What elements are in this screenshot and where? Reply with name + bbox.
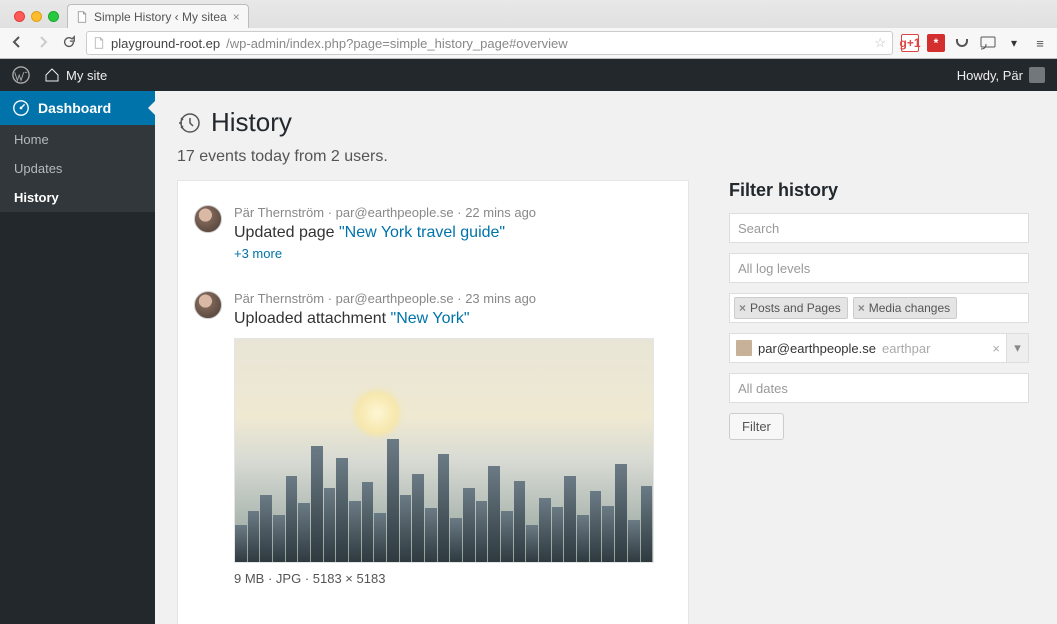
message-types-select[interactable]: × Posts and Pages × Media changes <box>729 293 1029 323</box>
event-meta: Pär Thernström par@earthpeople.se 22 mins … <box>234 205 672 220</box>
url-path: /wp-admin/index.php?page=simple_history_… <box>226 36 567 51</box>
window-controls <box>8 11 67 28</box>
filter-chip[interactable]: × Posts and Pages <box>734 297 848 319</box>
attachment-dimensions: 5183 × 5183 <box>313 571 386 586</box>
avatar <box>194 205 222 233</box>
attachment-size: 9 MB <box>234 571 264 586</box>
event-meta: Pär Thernström par@earthpeople.se 23 mins … <box>234 291 672 306</box>
log-levels-select[interactable] <box>729 253 1029 283</box>
minimize-window-icon[interactable] <box>31 11 42 22</box>
browser-toolbar: playground-root.ep/wp-admin/index.php?pa… <box>0 28 1057 58</box>
history-icon <box>177 111 201 135</box>
user-email: par@earthpeople.se <box>758 341 876 356</box>
event-time: 23 mins ago <box>465 291 536 306</box>
browser-chrome: Simple History ‹ My sitea × playground-r… <box>0 0 1057 59</box>
sidebar-item-home[interactable]: Home <box>0 125 155 154</box>
howdy-account[interactable]: Howdy, Pär <box>957 67 1045 83</box>
sidebar-item-label: Updates <box>14 161 62 176</box>
events-summary: 17 events today from 2 users. <box>177 148 1035 166</box>
event-object-link[interactable]: "New York travel guide" <box>339 224 505 241</box>
filter-title: Filter history <box>729 180 1029 201</box>
howdy-text: Howdy, Pär <box>957 68 1023 83</box>
avatar-icon <box>736 340 752 356</box>
dashboard-icon <box>12 99 30 117</box>
extension-pocket-icon[interactable] <box>953 34 971 52</box>
reload-button[interactable] <box>60 35 78 52</box>
address-bar[interactable]: playground-root.ep/wp-admin/index.php?pa… <box>86 31 893 55</box>
history-event: Pär Thernström par@earthpeople.se 23 mins … <box>194 281 672 606</box>
browser-tab-bar: Simple History ‹ My sitea × <box>0 0 1057 28</box>
sidebar-item-history[interactable]: History <box>0 183 155 212</box>
page-header: History <box>177 107 1035 138</box>
user-dropdown-toggle[interactable]: ▾ <box>1007 333 1029 363</box>
attachment-format: JPG <box>276 571 301 586</box>
attachment-thumbnail[interactable] <box>234 338 654 563</box>
bookmark-star-icon[interactable]: ☆ <box>874 35 886 51</box>
browser-tab-title: Simple History ‹ My sitea <box>94 10 227 24</box>
back-button[interactable] <box>8 34 26 53</box>
search-input[interactable] <box>729 213 1029 243</box>
event-title: Updated page "New York travel guide" <box>234 224 672 242</box>
event-more-link[interactable]: +3 more <box>234 246 282 261</box>
event-author: Pär Thernström <box>234 205 324 220</box>
page-icon <box>76 11 88 23</box>
remove-chip-icon[interactable]: × <box>858 301 865 315</box>
site-name: My site <box>66 68 107 83</box>
chip-label: Posts and Pages <box>750 301 841 315</box>
wordpress-logo-icon[interactable] <box>12 66 30 84</box>
user-typed: earthpar <box>882 341 930 356</box>
event-author: Pär Thernström <box>234 291 324 306</box>
extension-google-plus-icon[interactable]: g+1 <box>901 34 919 52</box>
avatar-icon <box>1029 67 1045 83</box>
wp-admin-bar: My site Howdy, Pär <box>0 59 1057 91</box>
browser-tab[interactable]: Simple History ‹ My sitea × <box>67 4 249 28</box>
event-object-link[interactable]: "New York" <box>391 310 470 327</box>
forward-button <box>34 34 52 53</box>
filter-panel: Filter history × Posts and Pages × Media c… <box>729 180 1029 450</box>
browser-menu-icon[interactable]: ≡ <box>1031 36 1049 51</box>
site-link[interactable]: My site <box>44 67 107 83</box>
sidebar-item-updates[interactable]: Updates <box>0 154 155 183</box>
sidebar-item-label: Dashboard <box>38 100 111 116</box>
avatar <box>194 291 222 319</box>
clear-user-icon[interactable]: × <box>992 341 1000 356</box>
extension-icon[interactable]: ▾ <box>1005 34 1023 52</box>
history-event: Pär Thernström par@earthpeople.se 22 mins … <box>194 197 672 281</box>
close-window-icon[interactable] <box>14 11 25 22</box>
history-feed: Pär Thernström par@earthpeople.se 22 mins … <box>177 180 689 624</box>
filter-chip[interactable]: × Media changes <box>853 297 957 319</box>
user-filter-input[interactable]: par@earthpeople.se earthpar × <box>729 333 1007 363</box>
admin-sidebar: Dashboard Home Updates History <box>0 91 155 624</box>
event-time: 22 mins ago <box>465 205 536 220</box>
filter-button[interactable]: Filter <box>729 413 784 440</box>
page-icon <box>93 37 105 49</box>
extension-lastpass-icon[interactable]: * <box>927 34 945 52</box>
event-action: Uploaded attachment <box>234 310 391 327</box>
attachment-info: 9 MB JPG 5183 × 5183 <box>234 571 672 586</box>
event-email: par@earthpeople.se <box>336 291 454 306</box>
sidebar-item-label: Home <box>14 132 49 147</box>
event-action: Updated page <box>234 224 339 241</box>
event-title: Uploaded attachment "New York" <box>234 310 672 328</box>
extension-cast-icon[interactable] <box>979 34 997 52</box>
remove-chip-icon[interactable]: × <box>739 301 746 315</box>
zoom-window-icon[interactable] <box>48 11 59 22</box>
sidebar-item-dashboard[interactable]: Dashboard <box>0 91 155 125</box>
page-title: History <box>211 107 292 138</box>
url-host: playground-root.ep <box>111 36 220 51</box>
chip-label: Media changes <box>869 301 950 315</box>
content-area: History 17 events today from 2 users. Pä… <box>155 91 1057 624</box>
event-email: par@earthpeople.se <box>336 205 454 220</box>
dates-select[interactable] <box>729 373 1029 403</box>
home-icon <box>44 67 60 83</box>
close-tab-icon[interactable]: × <box>233 10 240 24</box>
sidebar-item-label: History <box>14 190 59 205</box>
